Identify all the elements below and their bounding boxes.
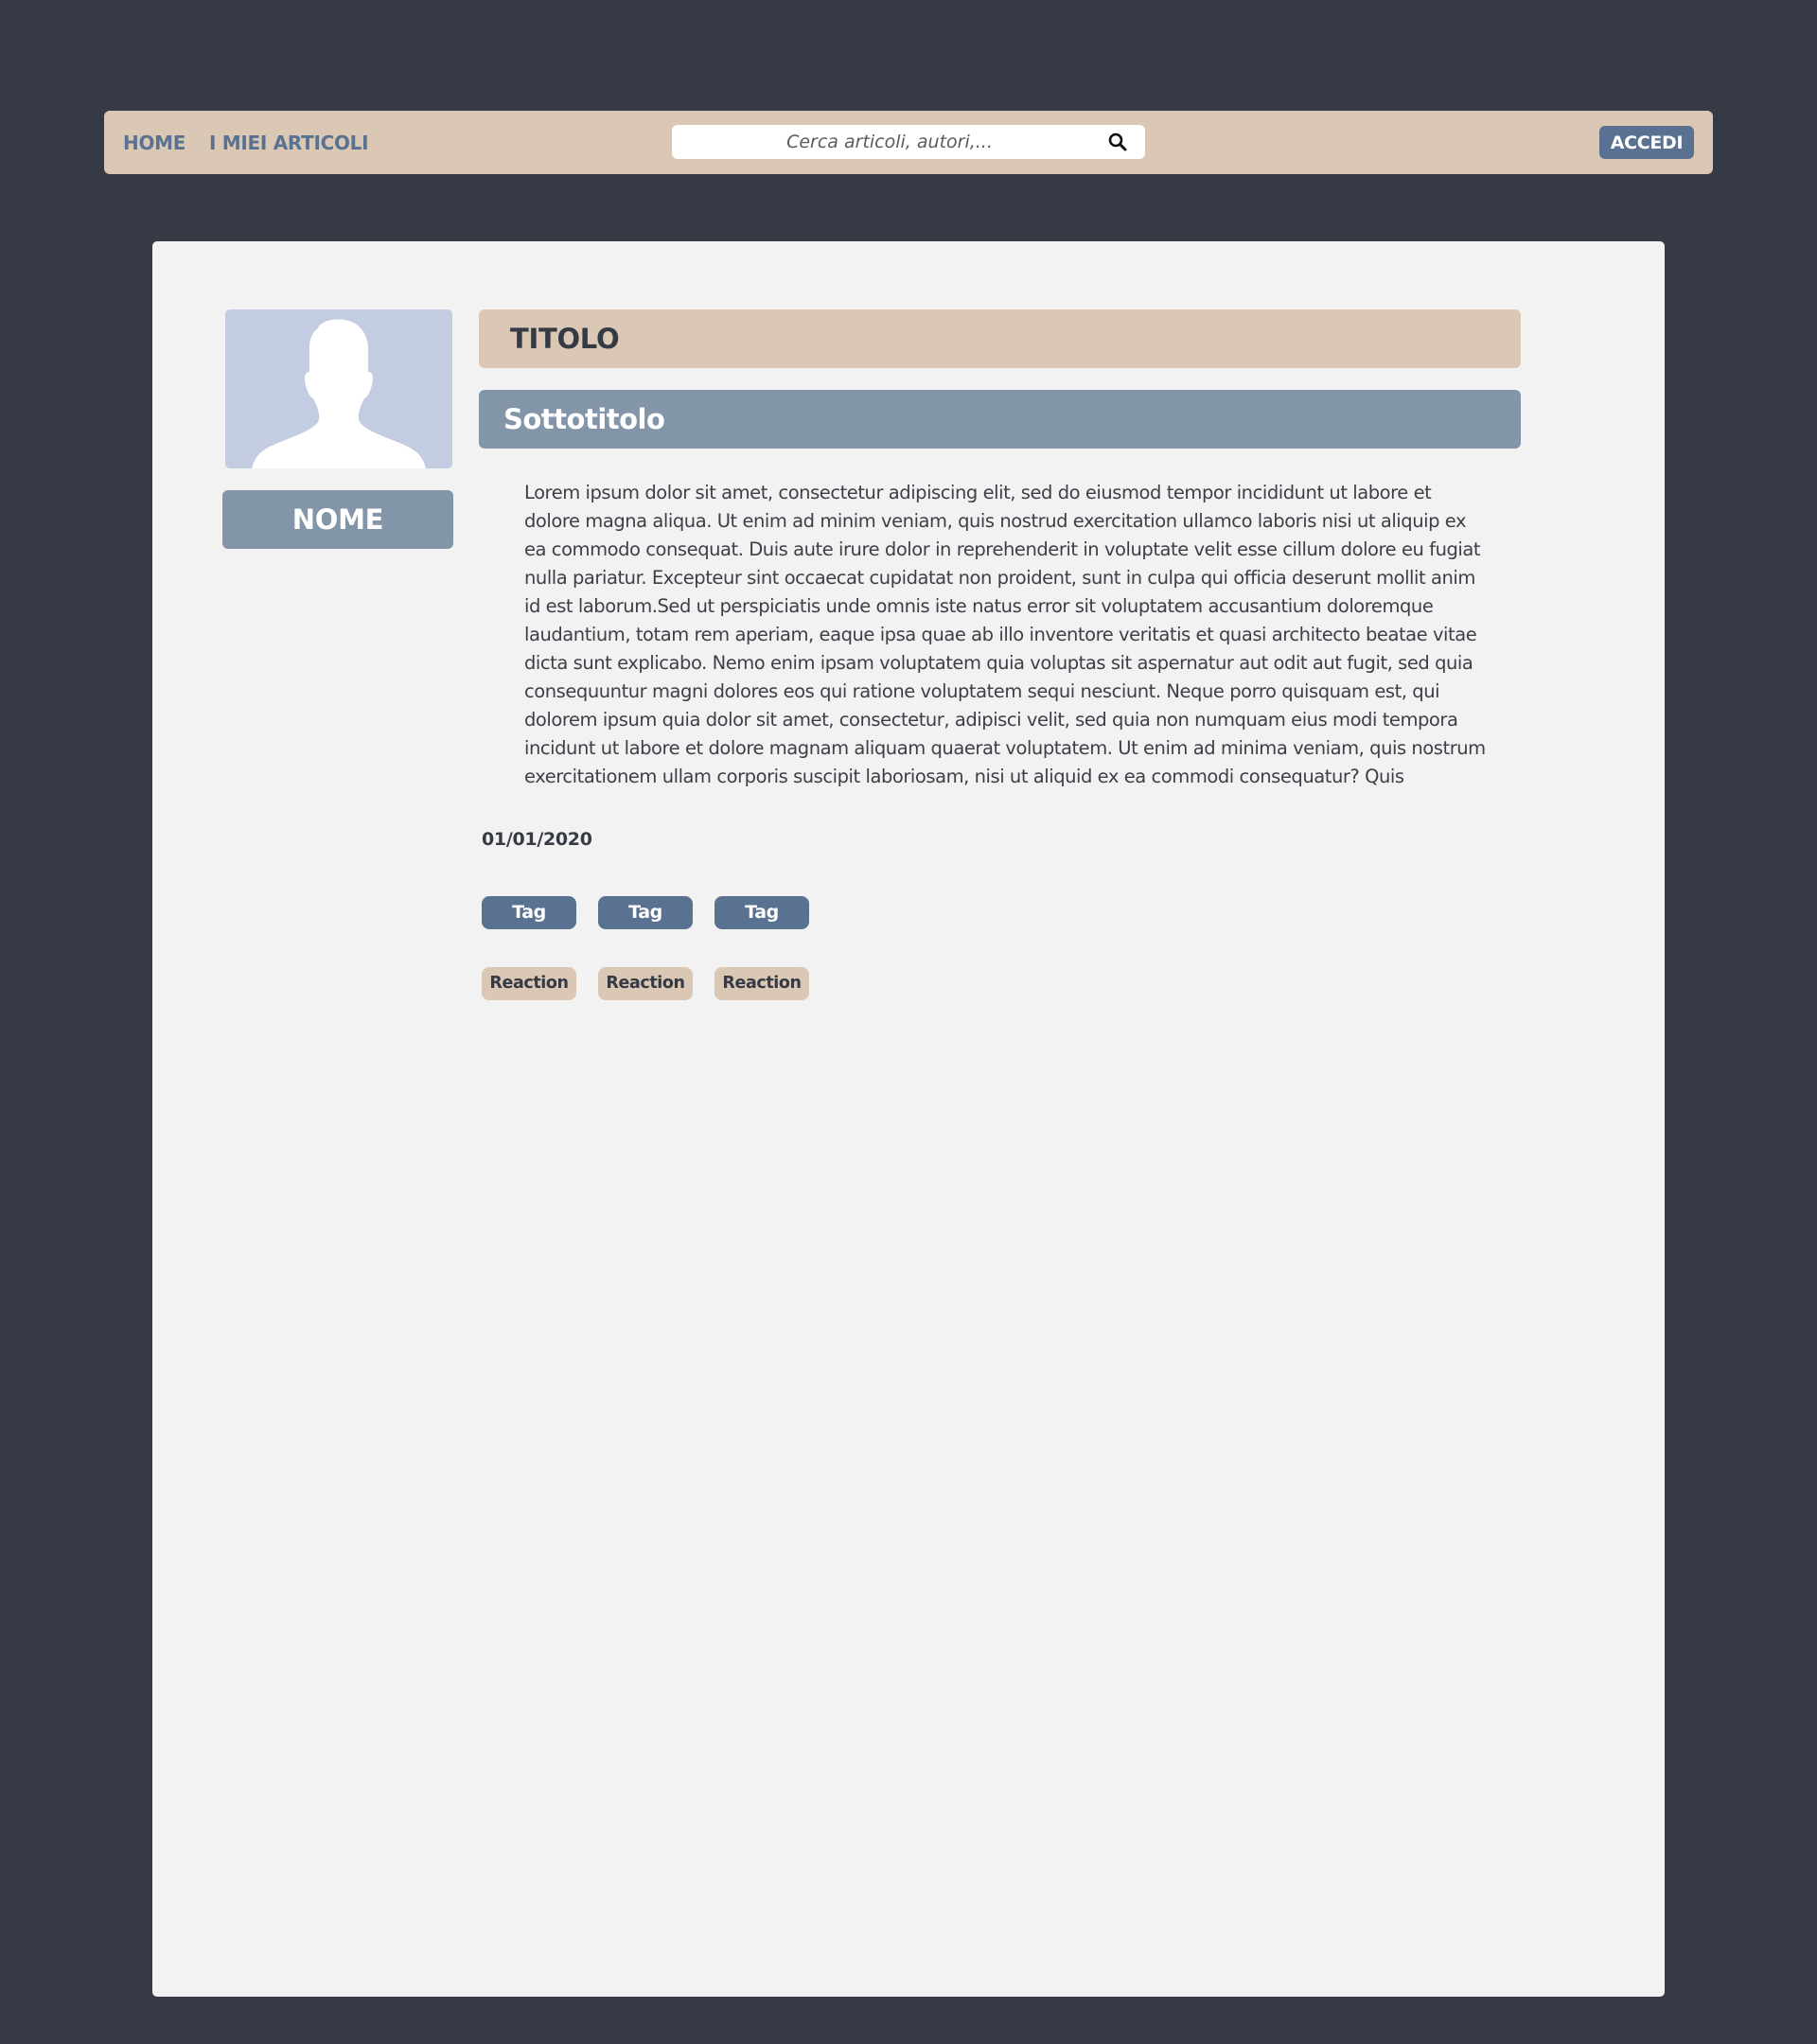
- article-body: Lorem ipsum dolor sit amet, consectetur …: [524, 482, 1486, 787]
- tag-chip[interactable]: Tag: [714, 896, 809, 929]
- top-navbar: HOME I MIEI ARTICOLI ACCEDI: [104, 111, 1713, 174]
- tag-chip[interactable]: Tag: [482, 896, 576, 929]
- nav-link-home[interactable]: HOME: [123, 132, 185, 154]
- search-icon[interactable]: [1107, 132, 1128, 152]
- login-button[interactable]: ACCEDI: [1599, 126, 1694, 159]
- nav-link-my-articles[interactable]: I MIEI ARTICOLI: [209, 132, 369, 154]
- tag-chip[interactable]: Tag: [598, 896, 693, 929]
- reaction-button[interactable]: Reaction: [598, 967, 693, 1000]
- reaction-button[interactable]: Reaction: [714, 967, 809, 1000]
- search-bar: [672, 125, 1145, 159]
- user-silhouette-icon: [252, 319, 426, 468]
- reaction-button[interactable]: Reaction: [482, 967, 576, 1000]
- article-subtitle: Sottotitolo: [503, 403, 665, 435]
- subtitle-bar: Sottotitolo: [479, 390, 1521, 449]
- author-name-button[interactable]: NOME: [222, 490, 453, 549]
- search-input[interactable]: [672, 125, 1107, 159]
- article-card: NOME TITOLO Sottotitolo Lorem ipsum dolo…: [152, 241, 1665, 1997]
- title-bar: TITOLO: [479, 309, 1521, 368]
- author-avatar[interactable]: [225, 309, 452, 468]
- article-title: TITOLO: [510, 323, 620, 355]
- article-date: 01/01/2020: [482, 829, 592, 850]
